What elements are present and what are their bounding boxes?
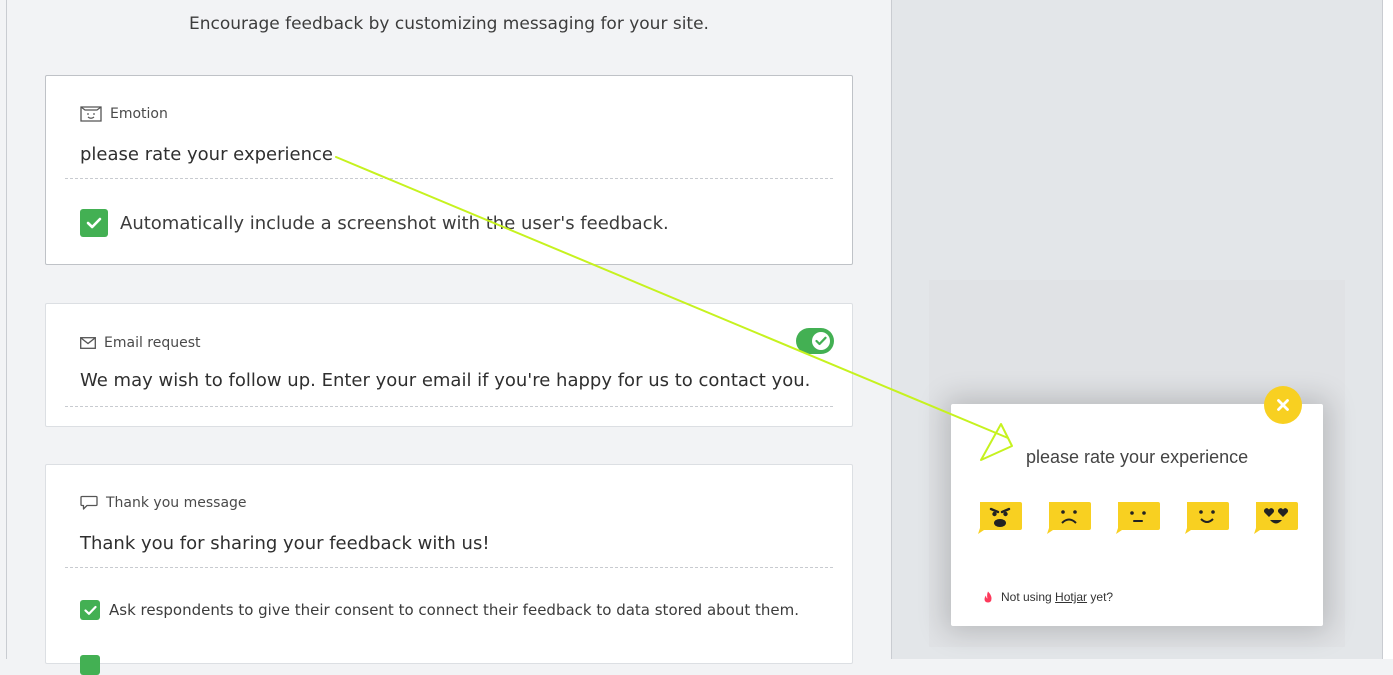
neutral-face-icon[interactable]	[1116, 498, 1160, 534]
thank-you-header: Thank you message	[80, 495, 247, 511]
input-underline	[65, 406, 833, 407]
envelope-icon	[80, 337, 96, 349]
happy-face-icon[interactable]	[1185, 498, 1229, 534]
widget-close-button[interactable]	[1264, 386, 1302, 424]
widget-footer: Not using Hotjar yet?	[983, 590, 1113, 604]
emotion-options	[978, 498, 1298, 534]
hotjar-link[interactable]: Hotjar	[1055, 590, 1087, 604]
email-request-header: Email request	[80, 335, 201, 351]
emotion-question-input[interactable]: please rate your experience	[80, 144, 333, 165]
love-face-icon[interactable]	[1254, 498, 1298, 534]
email-request-input[interactable]: We may wish to follow up. Enter your ema…	[80, 370, 810, 391]
email-request-label: Email request	[104, 335, 201, 351]
footer-text: Not using Hotjar yet?	[1001, 590, 1113, 604]
widget-question: please rate your experience	[1026, 447, 1249, 467]
screenshot-checkbox[interactable]	[80, 209, 108, 237]
toggle-knob	[812, 332, 830, 350]
emotion-icon	[80, 106, 102, 122]
emotion-card: Emotion please rate your experience Auto…	[45, 75, 853, 265]
consent-checkbox-label[interactable]: Ask respondents to give their consent to…	[109, 601, 799, 619]
footer-suffix: yet?	[1090, 590, 1114, 604]
angry-face-icon[interactable]	[978, 498, 1022, 534]
emotion-header: Emotion	[80, 106, 168, 122]
consent-option: Ask respondents to give their consent to…	[80, 600, 799, 620]
next-option	[80, 655, 100, 675]
intro-text: Encourage feedback by customizing messag…	[189, 14, 709, 34]
email-request-card: Email request We may wish to follow up. …	[45, 303, 853, 427]
toggle-check-icon	[815, 336, 827, 346]
input-underline	[65, 567, 833, 568]
next-checkbox[interactable]	[80, 655, 100, 675]
checkmark-icon	[83, 605, 97, 615]
feedback-widget: please rate your experience Not using Ho…	[951, 404, 1323, 626]
screenshot-option: Automatically include a screenshot with …	[80, 209, 669, 237]
hotjar-flame-icon	[984, 591, 992, 603]
sad-face-icon[interactable]	[1047, 498, 1091, 534]
emotion-label: Emotion	[110, 106, 168, 122]
footer-prefix: Not using	[1001, 590, 1052, 604]
thank-you-card: Thank you message Thank you for sharing …	[45, 464, 853, 675]
consent-checkbox[interactable]	[80, 600, 100, 620]
screenshot-checkbox-label[interactable]: Automatically include a screenshot with …	[120, 213, 669, 234]
input-underline	[65, 178, 833, 179]
checkmark-icon	[86, 217, 102, 229]
speech-bubble-icon	[80, 495, 98, 510]
page-edge	[1383, 0, 1393, 659]
email-request-toggle[interactable]	[796, 328, 834, 354]
thank-you-input[interactable]: Thank you for sharing your feedback with…	[80, 533, 490, 554]
close-icon	[1277, 399, 1289, 411]
thank-you-label: Thank you message	[106, 495, 247, 511]
